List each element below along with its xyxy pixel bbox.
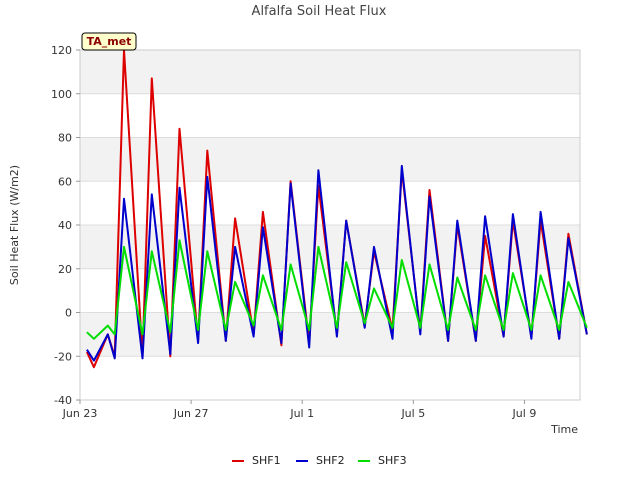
x-tick-label: Jun 23 (62, 407, 98, 420)
y-tick-label: 40 (58, 219, 72, 232)
x-tick-label: Jul 1 (289, 407, 314, 420)
x-axis-label: Time (550, 423, 578, 436)
x-tick-label: Jun 27 (173, 407, 209, 420)
plot-band (80, 137, 580, 182)
y-tick-label: 0 (65, 307, 72, 320)
y-tick-label: 80 (58, 132, 72, 145)
chart-title: Alfalfa Soil Heat Flux (252, 4, 387, 19)
y-axis-ticks: -40 -20 0 20 40 60 80 100 120 (51, 44, 80, 407)
badge-label: TA_met (87, 35, 132, 48)
y-axis-label: Soil Heat Flux (W/m2) (8, 165, 21, 285)
y-tick-label: 120 (51, 44, 72, 57)
x-tick-label: Jul 5 (400, 407, 425, 420)
y-tick-label: -20 (54, 350, 72, 363)
legend-label-shf1: SHF1 (252, 454, 281, 467)
soil-heat-flux-chart: Alfalfa Soil Heat Flux -40 -20 0 20 40 60 80 10… (8, 4, 588, 467)
y-tick-label: 60 (58, 175, 72, 188)
plot-band (80, 50, 580, 94)
x-tick-label: Jul 9 (512, 407, 537, 420)
legend-label-shf3: SHF3 (378, 454, 407, 467)
legend: SHF1 SHF2 SHF3 (232, 454, 407, 467)
ta-met-badge: TA_met (81, 32, 137, 51)
legend-label-shf2: SHF2 (316, 454, 345, 467)
plot-band (80, 356, 580, 400)
y-tick-label: 20 (58, 263, 72, 276)
y-tick-label: -40 (54, 394, 72, 407)
x-axis-ticks: Jun 23 Jun 27 Jul 1 Jul 5 Jul 9 (62, 400, 537, 420)
y-tick-label: 100 (51, 88, 72, 101)
